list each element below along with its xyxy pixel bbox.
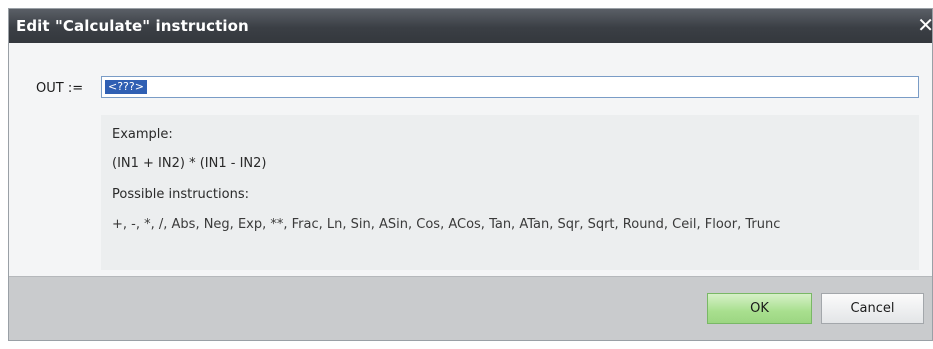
out-label: OUT := <box>36 81 84 96</box>
dialog-title: Edit "Calculate" instruction <box>16 17 249 35</box>
example-formula: (IN1 + IN2) * (IN1 - IN2) <box>112 156 267 171</box>
cancel-button[interactable]: Cancel <box>821 293 924 324</box>
example-heading: Example: <box>112 127 173 142</box>
expression-input[interactable]: <???> <box>101 76 919 98</box>
calculate-dialog: Edit "Calculate" instruction ✕ OUT := <?… <box>8 8 933 341</box>
title-bar[interactable]: Edit "Calculate" instruction ✕ <box>9 9 932 43</box>
help-panel: Example: (IN1 + IN2) * (IN1 - IN2) Possi… <box>101 115 919 270</box>
expression-selected-text[interactable]: <???> <box>105 80 147 94</box>
dialog-footer: OK Cancel <box>9 276 932 340</box>
close-icon[interactable]: ✕ <box>917 13 932 37</box>
ok-button[interactable]: OK <box>707 293 812 324</box>
dialog-content: OUT := <???> Example: (IN1 + IN2) * (IN1… <box>9 43 932 279</box>
instructions-heading: Possible instructions: <box>112 187 249 202</box>
instructions-list: +, -, *, /, Abs, Neg, Exp, **, Frac, Ln,… <box>112 217 781 232</box>
